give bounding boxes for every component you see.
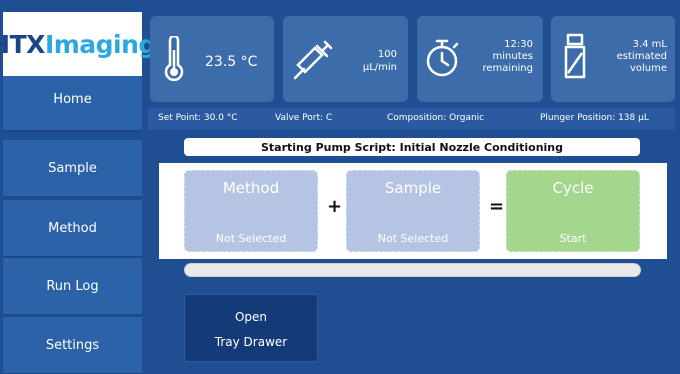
sample-title: Sample: [384, 179, 442, 197]
status-info-strip: Set Point: 30.0 °C Valve Port: C Composi…: [148, 108, 675, 130]
method-select-button[interactable]: Method Not Selected: [184, 170, 318, 252]
nav-method-button[interactable]: Method: [3, 200, 142, 258]
logo-text-htx: HTX: [0, 29, 45, 59]
valve-port-text: Valve Port: C: [275, 113, 333, 123]
nav-home-button[interactable]: Home: [3, 76, 142, 132]
plus-sign: +: [327, 196, 343, 217]
app-screen: HTXImaging Home Sample Method Run Log Se…: [0, 0, 680, 374]
vial-icon: [564, 33, 586, 79]
flow-rate-unit: µL/min: [362, 62, 397, 73]
cycle-status: Start: [559, 232, 587, 245]
temperature-value: 23.5 °C: [205, 54, 258, 70]
volume-value: 3.4 mL: [632, 39, 667, 50]
time-remaining-card: 12:30 minutes remaining: [417, 16, 543, 102]
volume-estimated-label: estimated: [616, 51, 667, 62]
pump-script-title: Starting Pump Script: Initial Nozzle Con…: [184, 138, 640, 156]
tray-button-line1: Open: [234, 310, 268, 324]
nav-settings-button[interactable]: Settings: [3, 317, 142, 374]
sample-select-button[interactable]: Sample Not Selected: [346, 170, 480, 252]
method-title: Method: [222, 179, 280, 197]
sidebar: HTXImaging Home Sample Method Run Log Se…: [0, 12, 156, 374]
flow-rate-number: 100: [377, 49, 397, 60]
htx-imaging-logo: HTXImaging: [0, 12, 156, 76]
run-setup-panel: Method Not Selected + Sample Not Selecte…: [159, 163, 667, 259]
equals-sign: =: [489, 196, 505, 217]
syringe-icon: [293, 40, 333, 80]
temperature-card: 23.5 °C: [150, 16, 274, 102]
set-point-text: Set Point: 30.0 °C: [158, 113, 238, 123]
run-progress-bar: [184, 263, 641, 277]
cycle-title: Cycle: [552, 179, 594, 197]
volume-card: 3.4 mL estimated volume: [551, 16, 675, 102]
time-remaining-unit: minutes: [492, 51, 533, 62]
time-remaining-label: remaining: [482, 63, 534, 74]
volume-label: volume: [629, 63, 667, 74]
stopwatch-icon: [426, 39, 459, 77]
logo-text-imaging: Imaging: [44, 29, 156, 59]
flow-rate-card: 100 µL/min: [283, 16, 408, 102]
thermometer-icon: [164, 36, 184, 82]
plunger-position-text: Plunger Position: 138 µL: [540, 113, 649, 123]
cycle-start-button[interactable]: Cycle Start: [506, 170, 640, 252]
sample-status: Not Selected: [377, 232, 449, 245]
method-status: Not Selected: [215, 232, 287, 245]
time-remaining-value: 12:30: [504, 39, 533, 50]
nav-run-log-button[interactable]: Run Log: [3, 258, 142, 316]
open-tray-drawer-button[interactable]: Open Tray Drawer: [184, 294, 318, 362]
composition-text: Composition: Organic: [387, 113, 485, 123]
tray-button-line2: Tray Drawer: [214, 335, 288, 349]
nav-sample-button[interactable]: Sample: [3, 140, 142, 198]
